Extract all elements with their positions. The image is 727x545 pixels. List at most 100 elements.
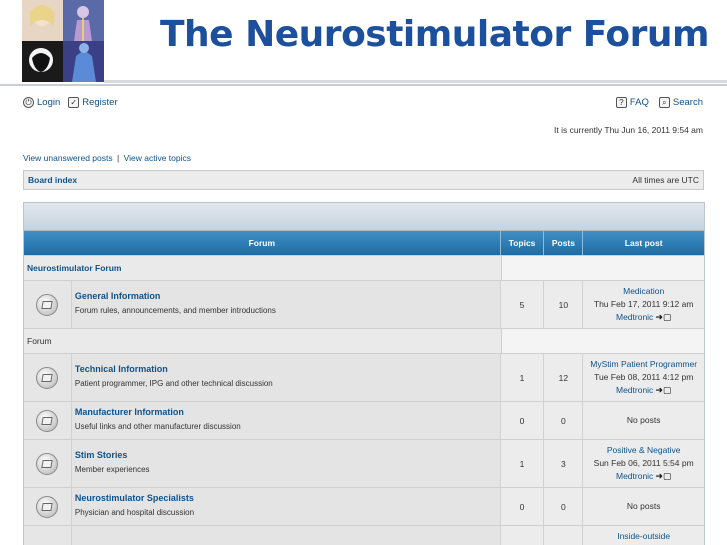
last-post-author: Medtronic ➜▢ bbox=[616, 311, 671, 324]
register-label: Register bbox=[82, 97, 118, 108]
register-link[interactable]: ✓ Register bbox=[68, 97, 118, 108]
forum-read-icon-cell bbox=[24, 354, 72, 401]
forum-info: Neurostimulator Specialists Physician an… bbox=[72, 488, 501, 525]
goto-last-post-icon[interactable]: ➜▢ bbox=[655, 470, 671, 483]
active-topics-link[interactable]: View active topics bbox=[124, 153, 191, 163]
last-post-author-link[interactable]: Medtronic bbox=[616, 470, 653, 483]
forum-description: Patient programmer, IPG and other techni… bbox=[74, 379, 273, 388]
forum-topics-count: 5 bbox=[500, 281, 545, 328]
forum-row: Manufacturer Information Useful links an… bbox=[24, 401, 704, 439]
last-post-topic-link[interactable]: MyStim Patient Programmer bbox=[590, 358, 697, 371]
forum-table: Forum Topics Posts Last post Neurostimul… bbox=[23, 202, 705, 545]
last-post-author-link[interactable]: Medtronic bbox=[616, 311, 653, 324]
faq-link[interactable]: ? FAQ bbox=[615, 97, 649, 108]
last-post-topic-link[interactable]: Positive & Negative bbox=[607, 444, 681, 457]
last-post-date: Tue Feb 08, 2011 4:12 pm bbox=[594, 372, 694, 382]
forum-row: General Information Forum rules, announc… bbox=[24, 280, 704, 328]
category-row: Neurostimulator Forum bbox=[24, 255, 704, 280]
forum-last-post: MyStim Patient Programmer Tue Feb 08, 20… bbox=[583, 354, 704, 401]
forum-read-icon bbox=[36, 495, 59, 518]
last-post-author: Medtronic ➜▢ bbox=[616, 470, 671, 483]
forum-description: Forum rules, announcements, and member i… bbox=[74, 306, 276, 315]
forum-last-post: Positive & Negative Sun Feb 06, 2011 5:5… bbox=[583, 440, 704, 487]
board-index-link[interactable]: Board index bbox=[28, 175, 77, 185]
forum-read-icon bbox=[36, 409, 59, 432]
login-label: Login bbox=[37, 97, 61, 108]
forum-info: Technical Information Patient programmer… bbox=[72, 354, 501, 401]
header-topics: Topics bbox=[501, 231, 545, 255]
last-post-topic-link[interactable]: Medication bbox=[623, 285, 664, 298]
forum-topics-count: 1 bbox=[500, 440, 545, 487]
forum-info bbox=[72, 526, 501, 545]
forum-read-icon bbox=[36, 452, 59, 475]
search-label: Search bbox=[672, 97, 703, 108]
forum-row: Stim Stories Member experiences 1 3 Posi… bbox=[24, 439, 704, 487]
last-post-none: No posts bbox=[626, 415, 661, 425]
goto-last-post-icon[interactable]: ➜▢ bbox=[655, 311, 671, 324]
last-post-none: No posts bbox=[626, 501, 661, 511]
category-filler bbox=[502, 256, 704, 280]
forum-title-link[interactable]: Technical Information bbox=[75, 364, 497, 374]
goto-last-post-icon[interactable]: ➜▢ bbox=[655, 384, 671, 397]
forum-topics-count: 0 bbox=[500, 402, 545, 439]
login-link[interactable]: ⏻ Login bbox=[23, 97, 60, 108]
forum-last-post: Inside-outside bbox=[583, 526, 704, 545]
category-row: Forum bbox=[24, 328, 704, 353]
forum-title-link[interactable]: Neurostimulator Specialists bbox=[75, 493, 497, 503]
unanswered-posts-link[interactable]: View unanswered posts bbox=[23, 153, 113, 163]
header-last-post: Last post bbox=[624, 238, 663, 248]
forum-title-link[interactable]: Stim Stories bbox=[75, 450, 497, 460]
forum-row: Inside-outside bbox=[24, 525, 704, 545]
quick-links-separator: | bbox=[117, 153, 120, 163]
banner-divider bbox=[104, 80, 727, 83]
forum-description: Member experiences bbox=[74, 465, 150, 474]
forum-last-post: No posts bbox=[583, 402, 704, 439]
search-icon: ⌕ bbox=[658, 97, 670, 108]
forum-read-icon-cell bbox=[24, 526, 72, 545]
forum-last-post: Medication Thu Feb 17, 2011 9:12 am Medt… bbox=[583, 281, 704, 328]
forum-read-icon-cell bbox=[24, 488, 72, 525]
site-banner: The Neurostimulator Forum bbox=[0, 0, 727, 86]
search-link[interactable]: ⌕ Search bbox=[658, 97, 703, 108]
site-logo bbox=[22, 0, 104, 82]
quick-links: View unanswered posts | View active topi… bbox=[23, 153, 191, 163]
nav-left: ⏻ Login ✓ Register bbox=[23, 97, 118, 108]
table-header: Forum Topics Posts Last post bbox=[24, 231, 704, 255]
forum-read-icon bbox=[36, 293, 59, 316]
forum-row: Neurostimulator Specialists Physician an… bbox=[24, 487, 704, 525]
breadcrumb: Board index All times are UTC bbox=[23, 170, 704, 190]
last-post-author: Medtronic ➜▢ bbox=[616, 384, 671, 397]
forum-title-link[interactable]: General Information bbox=[75, 291, 497, 301]
header-forum: Forum bbox=[24, 231, 501, 255]
forum-topics-count: 0 bbox=[500, 488, 545, 525]
faq-icon: ? bbox=[615, 97, 627, 108]
forum-last-post: No posts bbox=[583, 488, 704, 525]
forum-read-icon-cell bbox=[24, 402, 72, 439]
current-time: It is currently Thu Jun 16, 2011 9:54 am bbox=[554, 125, 703, 135]
forum-row: Technical Information Patient programmer… bbox=[24, 353, 704, 401]
forum-read-icon-cell bbox=[24, 440, 72, 487]
forum-posts-count: 12 bbox=[544, 354, 584, 401]
forum-info: General Information Forum rules, announc… bbox=[72, 281, 501, 328]
category-title[interactable]: Forum bbox=[24, 329, 502, 353]
forum-topics-count: 1 bbox=[500, 354, 545, 401]
timezone-note: All times are UTC bbox=[632, 175, 699, 185]
table-top-bar bbox=[24, 203, 704, 231]
category-title[interactable]: Neurostimulator Forum bbox=[24, 256, 502, 280]
site-title: The Neurostimulator Forum bbox=[160, 14, 710, 55]
forum-posts-count bbox=[544, 526, 584, 545]
login-icon: ⏻ bbox=[23, 97, 34, 108]
category-filler bbox=[502, 329, 704, 353]
header-posts: Posts bbox=[544, 231, 584, 255]
register-icon: ✓ bbox=[68, 97, 80, 108]
forum-description: Physician and hospital discussion bbox=[74, 508, 195, 517]
forum-info: Manufacturer Information Useful links an… bbox=[72, 402, 501, 439]
forum-posts-count: 0 bbox=[544, 402, 584, 439]
last-post-topic-link[interactable]: Inside-outside bbox=[617, 530, 670, 543]
forum-topics-count bbox=[500, 526, 545, 545]
forum-description: Useful links and other manufacturer disc… bbox=[74, 422, 241, 431]
forum-info: Stim Stories Member experiences bbox=[72, 440, 501, 487]
forum-read-icon-cell bbox=[24, 281, 72, 328]
last-post-author-link[interactable]: Medtronic bbox=[616, 384, 653, 397]
forum-title-link[interactable]: Manufacturer Information bbox=[75, 407, 497, 417]
